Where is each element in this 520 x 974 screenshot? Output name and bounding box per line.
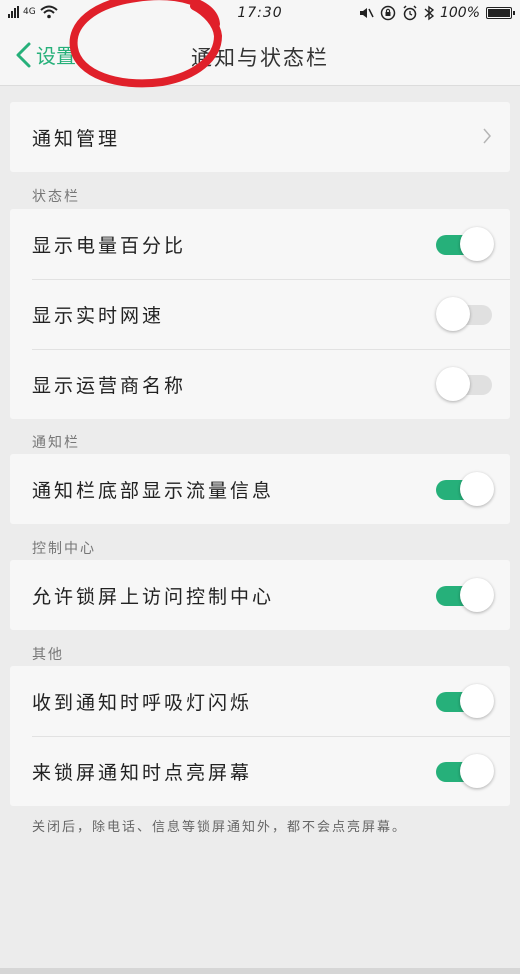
status-bar: 4G 17:30 100% [0, 0, 520, 28]
carrier-name-toggle[interactable] [436, 367, 492, 401]
notification-management-card: 通知管理 [10, 102, 510, 172]
row-label: 显示实时网速 [32, 304, 165, 327]
footer-note: 关闭后，除电话、信息等锁屏通知外，都不会点亮屏幕。 [32, 820, 408, 835]
row-label: 显示电量百分比 [32, 234, 187, 257]
row-show-battery-percent[interactable]: 显示电量百分比 [10, 209, 510, 279]
status-bar-card: 显示电量百分比 显示实时网速 显示运营商名称 [10, 209, 510, 419]
page-title: 通知与状态栏 [191, 46, 329, 70]
toggle-knob [460, 684, 494, 718]
bluetooth-icon [424, 5, 434, 21]
row-label: 显示运营商名称 [32, 374, 187, 397]
section-label-notification-bar: 通知栏 [32, 435, 80, 451]
lockscreen-control-center-toggle[interactable] [436, 578, 494, 612]
row-label: 允许锁屏上访问控制中心 [32, 585, 275, 608]
chevron-right-icon [483, 128, 491, 144]
status-right: 100% [358, 5, 515, 21]
alarm-icon [403, 5, 417, 21]
breathing-light-toggle[interactable] [436, 684, 494, 718]
notification-management-label: 通知管理 [32, 127, 121, 150]
toggle-knob [436, 297, 470, 331]
row-wake-screen-on-notification[interactable]: 来锁屏通知时点亮屏幕 [10, 736, 510, 806]
notification-bar-card: 通知栏底部显示流量信息 [10, 454, 510, 524]
toggle-knob [460, 472, 494, 506]
battery-percent-toggle[interactable] [436, 227, 494, 261]
toggle-knob [460, 754, 494, 788]
bottom-divider [0, 968, 520, 974]
control-center-card: 允许锁屏上访问控制中心 [10, 560, 510, 630]
section-label-status-bar: 状态栏 [32, 189, 80, 205]
navigation-bar: 设置 通知与状态栏 [0, 28, 520, 86]
section-label-other: 其他 [32, 647, 64, 663]
wake-screen-toggle[interactable] [436, 754, 494, 788]
row-show-carrier-name[interactable]: 显示运营商名称 [10, 349, 510, 419]
lock-rotation-icon [380, 5, 396, 21]
other-card: 收到通知时呼吸灯闪烁 来锁屏通知时点亮屏幕 [10, 666, 510, 806]
row-label: 来锁屏通知时点亮屏幕 [32, 761, 253, 784]
battery-percent: 100% [439, 5, 480, 21]
section-label-control-center: 控制中心 [32, 541, 96, 557]
data-usage-toggle[interactable] [436, 472, 494, 506]
toggle-knob [460, 227, 494, 261]
row-label: 通知栏底部显示流量信息 [32, 479, 275, 502]
network-speed-toggle[interactable] [436, 297, 492, 331]
mute-icon [359, 8, 374, 18]
row-show-data-usage[interactable]: 通知栏底部显示流量信息 [10, 454, 510, 524]
row-show-network-speed[interactable]: 显示实时网速 [10, 279, 510, 349]
battery-icon [486, 7, 515, 19]
row-breathing-light[interactable]: 收到通知时呼吸灯闪烁 [10, 666, 510, 736]
notification-management-row[interactable]: 通知管理 [10, 102, 510, 172]
toggle-knob [460, 578, 494, 612]
toggle-knob [436, 367, 470, 401]
row-label: 收到通知时呼吸灯闪烁 [32, 691, 253, 714]
row-lockscreen-control-center[interactable]: 允许锁屏上访问控制中心 [10, 560, 510, 630]
